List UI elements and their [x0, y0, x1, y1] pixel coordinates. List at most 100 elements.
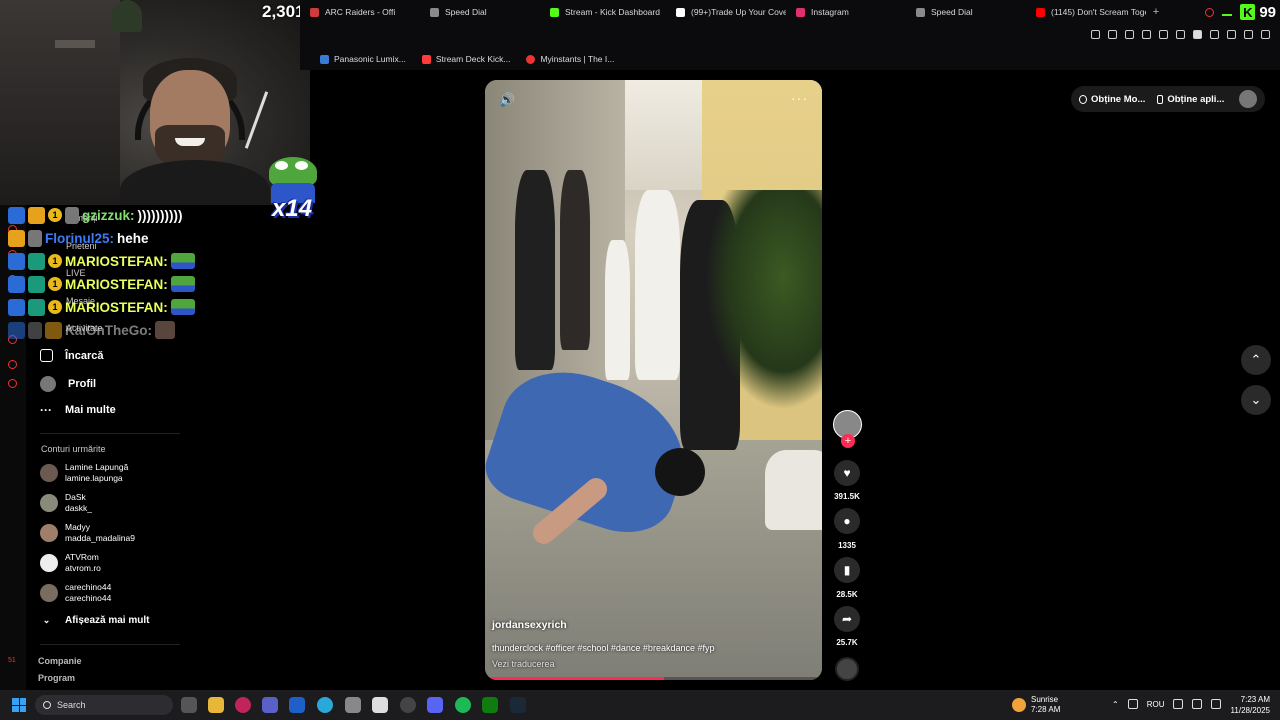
next-video-button[interactable]: ⌄: [1241, 385, 1271, 415]
footer-link-company[interactable]: Companie: [38, 656, 82, 666]
weather-widget[interactable]: Sunrise 7:28 AM: [1012, 695, 1060, 715]
show-more-button[interactable]: ⌄ Afișează mai mult: [40, 615, 150, 626]
xbox-icon[interactable]: [482, 697, 498, 713]
comment-button[interactable]: ●: [834, 508, 860, 534]
reader-icon[interactable]: [1142, 30, 1151, 39]
steam-icon[interactable]: [510, 697, 526, 713]
tray-chevron-icon[interactable]: ⌃: [1112, 700, 1119, 709]
opera-gx-icon[interactable]: [235, 697, 251, 713]
obs-icon[interactable]: [400, 697, 416, 713]
moderator-badge-icon: [8, 321, 25, 339]
webcam-overlay: [0, 0, 310, 205]
share-button[interactable]: ➦: [834, 606, 860, 632]
following-account[interactable]: DaSk daskk_: [40, 492, 92, 514]
get-mode-label: Obține Mo...: [1091, 93, 1146, 105]
bookmark-favicon: [526, 54, 536, 64]
settings-icon[interactable]: [345, 697, 361, 713]
bookmark-myinstants[interactable]: Myinstants | The I...: [526, 54, 614, 64]
windows-start-icon[interactable]: [12, 698, 26, 712]
discord-icon[interactable]: [427, 697, 443, 713]
account-name: Lamine Lapungă: [65, 462, 129, 472]
tab-youtube[interactable]: (1145) Don't Scream Toge: [1026, 0, 1146, 24]
taskbar-search-label: Search: [57, 700, 86, 710]
get-app-button[interactable]: Obține apli...: [1157, 94, 1224, 105]
user-avatar[interactable]: [1239, 90, 1257, 108]
tab-label: Stream - Kick Dashboard: [565, 7, 660, 17]
account-handle: lamine.lapunga: [65, 473, 123, 483]
comment-count: 1335: [838, 541, 856, 550]
music-disc-icon[interactable]: [835, 657, 859, 681]
bookmark-icon: ▮: [843, 563, 851, 577]
tab-arc-raiders[interactable]: ARC Raiders - Offi: [300, 0, 420, 24]
edge-icon[interactable]: [317, 697, 333, 713]
heart-icon[interactable]: [1193, 30, 1202, 39]
bookmark-panasonic[interactable]: Panasonic Lumix...: [320, 54, 406, 64]
bookmark-label: Stream Deck Kick...: [435, 54, 511, 64]
footer-link-program[interactable]: Program: [38, 673, 75, 683]
tiktok-video-player[interactable]: 🔊 ··· jordansexyrich thunderclock #offic…: [485, 80, 822, 680]
new-tab-button[interactable]: +: [1146, 6, 1166, 18]
sidebar-item-upload[interactable]: Încarcă: [40, 349, 104, 362]
rail-profile-icon[interactable]: [8, 379, 17, 388]
following-account[interactable]: ATVRom atvrom.ro: [40, 552, 101, 574]
spotify-icon[interactable]: [455, 697, 471, 713]
like-button[interactable]: ♥: [834, 460, 860, 486]
extensions-icon[interactable]: [1210, 30, 1219, 39]
following-account[interactable]: Madyy madda_madalina9: [40, 522, 135, 544]
screenshot-icon[interactable]: [1108, 30, 1117, 39]
minimize-button[interactable]: [1222, 14, 1233, 16]
pepe-emote-icon: [170, 253, 195, 269]
previous-video-button[interactable]: ⌃: [1241, 345, 1271, 375]
toolbar-icons: [1091, 30, 1270, 39]
save-button[interactable]: ▮: [834, 557, 860, 583]
translate-icon[interactable]: [1159, 30, 1168, 39]
tab-speed-dial-2[interactable]: Speed Dial: [906, 0, 1026, 24]
account-name: carechino44: [65, 582, 112, 592]
pin-icon[interactable]: [1091, 30, 1100, 39]
follow-plus-button[interactable]: +: [841, 434, 855, 448]
account-icon[interactable]: [1244, 30, 1253, 39]
avatar: [40, 554, 58, 572]
volume-icon[interactable]: [1192, 699, 1203, 709]
video-author[interactable]: jordansexyrich: [492, 619, 567, 631]
monitor-icon[interactable]: [1173, 699, 1184, 709]
account-handle: carechino44: [65, 593, 112, 603]
search-icon[interactable]: [1205, 7, 1215, 17]
see-translation-link[interactable]: Vezi traducerea: [492, 659, 555, 669]
shield-icon[interactable]: [1125, 30, 1134, 39]
video-progress-bar[interactable]: [485, 677, 822, 680]
download-icon[interactable]: [1227, 30, 1236, 39]
sub-badge-icon: [28, 298, 45, 316]
taskbar-clock[interactable]: 7:23 AM 11/28/2025: [1222, 694, 1270, 716]
microphone-icon[interactable]: [1127, 699, 1138, 709]
play-icon[interactable]: [1176, 30, 1185, 39]
battery-icon[interactable]: [1211, 699, 1222, 709]
store-icon[interactable]: [372, 697, 388, 713]
chat-username: MARIOSTEFAN:: [65, 276, 168, 292]
following-account[interactable]: carechino44 carechino44: [40, 582, 111, 604]
following-account[interactable]: Lamine Lapungă lamine.lapunga: [40, 462, 128, 484]
bookmark-stream-deck[interactable]: Stream Deck Kick...: [421, 54, 511, 64]
coin-badge-icon: 1: [48, 277, 62, 291]
file-explorer-icon[interactable]: [208, 697, 224, 713]
tab-trade-up[interactable]: (99+)Trade Up Your Cove: [666, 0, 786, 24]
sub-badge-icon: [28, 275, 45, 293]
outlook-icon[interactable]: [289, 697, 305, 713]
sidebar-item-more[interactable]: ··· Mai multe: [40, 404, 116, 416]
tab-instagram[interactable]: Instagram: [786, 0, 906, 24]
get-mode-button[interactable]: Obține Mo...: [1079, 94, 1145, 105]
tab-speed-dial[interactable]: Speed Dial: [420, 0, 540, 24]
teams-icon[interactable]: [262, 697, 278, 713]
tab-kick-dashboard[interactable]: Stream - Kick Dashboard: [540, 0, 666, 24]
task-view-icon[interactable]: [181, 697, 197, 713]
weather-title: Sunrise: [1031, 695, 1059, 704]
emote-combo-counter: x14: [272, 195, 313, 222]
more-options-icon[interactable]: ···: [791, 90, 808, 106]
volume-icon[interactable]: 🔊: [499, 92, 515, 108]
language-indicator[interactable]: ROU: [1147, 700, 1165, 709]
taskbar-search[interactable]: Search: [35, 695, 173, 715]
rail-activity-icon[interactable]: [8, 360, 17, 369]
sidebar-item-profile[interactable]: Profil: [40, 376, 96, 392]
menu-icon[interactable]: [1261, 30, 1270, 39]
account-name: ATVRom: [65, 552, 99, 562]
